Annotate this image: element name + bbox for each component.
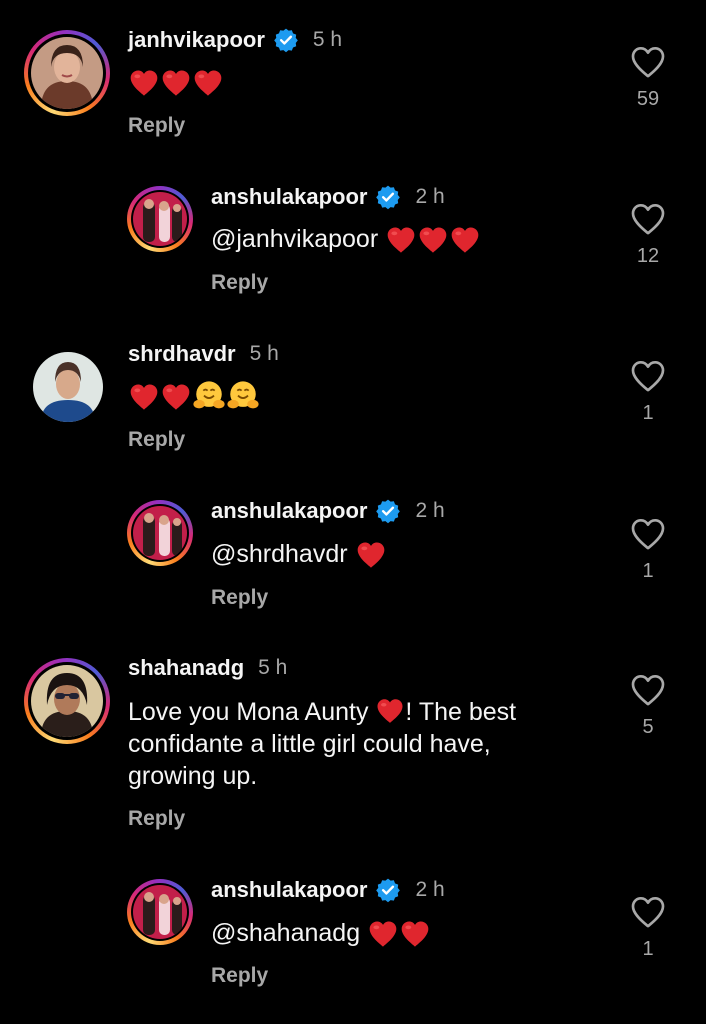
like-count[interactable]: 59 <box>628 88 668 111</box>
timestamp: 5 h <box>249 342 279 365</box>
username[interactable]: anshulakapoor <box>211 498 367 524</box>
profile-photo <box>33 352 103 422</box>
mention[interactable]: @shahanadg <box>211 919 360 947</box>
avatar-anshulakapoor[interactable] <box>127 186 193 252</box>
profile-photo <box>133 885 187 939</box>
avatar-shahanadg[interactable] <box>24 658 110 744</box>
red-heart-emoji <box>355 539 387 571</box>
profile-photo <box>133 192 187 246</box>
red-heart-emoji <box>160 381 192 413</box>
comment-text: Love you Mona Aunty ! The best confidant… <box>128 696 517 790</box>
red-heart-emoji <box>128 67 160 99</box>
red-heart-emoji <box>417 224 449 256</box>
heart-outline-icon[interactable] <box>628 670 668 710</box>
heart-outline-icon[interactable] <box>628 514 668 554</box>
red-heart-emoji <box>192 67 224 99</box>
red-heart-emoji <box>367 918 399 950</box>
timestamp: 2 h <box>415 499 445 522</box>
red-heart-emoji <box>128 381 160 413</box>
comment-text: @shrdhavdr <box>211 538 387 571</box>
verified-badge-icon <box>375 877 401 903</box>
mention[interactable]: @shrdhavdr <box>211 540 348 568</box>
reply-button[interactable]: Reply <box>211 271 268 295</box>
hugging-face-emoji <box>226 380 260 414</box>
username[interactable]: shahanadg <box>128 655 244 681</box>
group-photo <box>133 885 187 939</box>
username[interactable]: janhvikapoor <box>128 27 265 53</box>
like-count[interactable]: 1 <box>628 402 668 425</box>
heart-outline-icon[interactable] <box>628 356 668 396</box>
red-heart-emoji <box>160 67 192 99</box>
like-count[interactable]: 1 <box>628 560 668 583</box>
heart-outline-icon[interactable] <box>628 892 668 932</box>
group-photo <box>133 506 187 560</box>
timestamp: 5 h <box>312 28 343 51</box>
group-photo <box>133 192 187 246</box>
timestamp: 2 h <box>415 185 445 208</box>
mention[interactable]: @janhvikapoor <box>211 225 378 253</box>
username[interactable]: anshulakapoor <box>211 877 367 903</box>
verified-badge-icon <box>375 184 401 210</box>
reply-button[interactable]: Reply <box>128 807 185 831</box>
portrait-image <box>31 37 103 109</box>
avatar-janhvikapoor[interactable] <box>24 30 110 116</box>
profile-photo <box>31 665 103 737</box>
username[interactable]: anshulakapoor <box>211 184 367 210</box>
hugging-face-emoji <box>192 380 226 414</box>
red-heart-emoji <box>385 224 417 256</box>
red-heart-emoji <box>449 224 481 256</box>
reply-button[interactable]: Reply <box>128 428 185 452</box>
username[interactable]: shrdhavdr <box>128 341 236 367</box>
timestamp: 2 h <box>415 878 445 901</box>
profile-photo <box>133 506 187 560</box>
avatar-anshulakapoor[interactable] <box>127 500 193 566</box>
like-count[interactable]: 12 <box>628 245 668 268</box>
verified-badge-icon <box>273 27 299 53</box>
avatar-shrdhavdr[interactable] <box>33 352 103 422</box>
portrait-image <box>33 352 103 422</box>
comment-text: @janhvikapoor <box>211 223 481 256</box>
profile-photo <box>31 37 103 109</box>
comment-text: @shahanadg <box>211 917 431 950</box>
verified-badge-icon <box>375 498 401 524</box>
like-count[interactable]: 5 <box>628 716 668 739</box>
heart-outline-icon[interactable] <box>628 199 668 239</box>
heart-outline-icon[interactable] <box>628 42 668 82</box>
comment-text <box>128 380 260 414</box>
comment-text <box>128 66 224 99</box>
reply-button[interactable]: Reply <box>128 114 185 138</box>
red-heart-emoji <box>375 696 405 726</box>
red-heart-emoji <box>399 918 431 950</box>
avatar-anshulakapoor[interactable] <box>127 879 193 945</box>
portrait-image <box>31 665 103 737</box>
timestamp: 5 h <box>258 656 288 679</box>
reply-button[interactable]: Reply <box>211 586 268 610</box>
like-count[interactable]: 1 <box>628 938 668 961</box>
reply-button[interactable]: Reply <box>211 964 268 988</box>
